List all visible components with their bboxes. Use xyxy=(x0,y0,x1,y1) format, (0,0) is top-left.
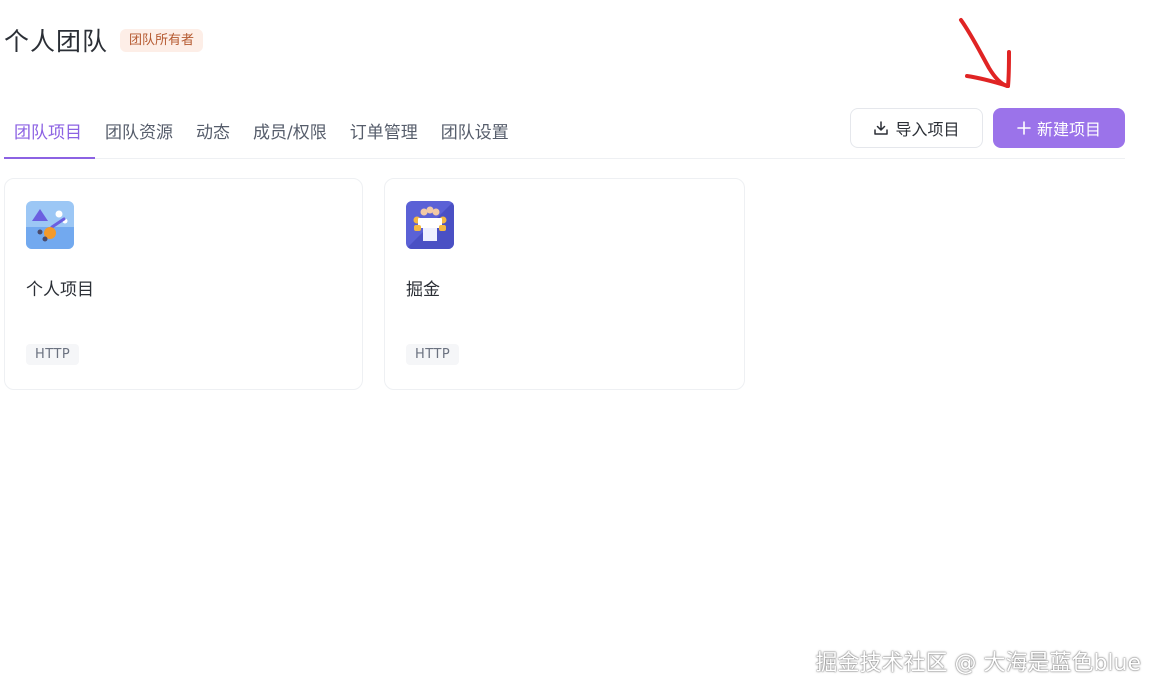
tab-team-resources[interactable]: 团队资源 xyxy=(95,104,186,158)
tab-team-settings[interactable]: 团队设置 xyxy=(431,104,522,158)
protocol-tag: HTTP xyxy=(406,344,460,365)
tab-team-projects[interactable]: 团队项目 xyxy=(4,104,95,159)
team-title: 个人团队 xyxy=(4,27,109,56)
annotation-arrow-icon xyxy=(959,18,1011,88)
personal-project-icon xyxy=(26,201,74,249)
import-project-button[interactable]: 导入项目 xyxy=(850,108,983,148)
new-project-button[interactable]: 新建项目 xyxy=(993,108,1125,148)
project-name: 个人项目 xyxy=(26,280,94,300)
new-project-label: 新建项目 xyxy=(1036,120,1101,139)
project-name: 掘金 xyxy=(406,280,440,300)
tab-activity[interactable]: 动态 xyxy=(186,104,243,158)
protocol-tag: HTTP xyxy=(26,344,80,365)
project-card-juejin[interactable]: 掘金 HTTP xyxy=(384,178,745,390)
tab-members-permissions[interactable]: 成员/权限 xyxy=(243,104,340,158)
import-project-label: 导入项目 xyxy=(895,120,960,139)
team-meeting-icon xyxy=(406,201,454,249)
watermark: 掘金技术社区 @ 大海是蓝色blue xyxy=(815,651,1141,676)
plus-icon xyxy=(1017,121,1031,135)
team-header: 个人团队 团队所有者 xyxy=(4,22,204,58)
role-badge: 团队所有者 xyxy=(120,28,204,52)
import-icon xyxy=(873,120,889,136)
tab-order-management[interactable]: 订单管理 xyxy=(340,104,431,158)
project-card-personal[interactable]: 个人项目 HTTP xyxy=(4,178,363,390)
